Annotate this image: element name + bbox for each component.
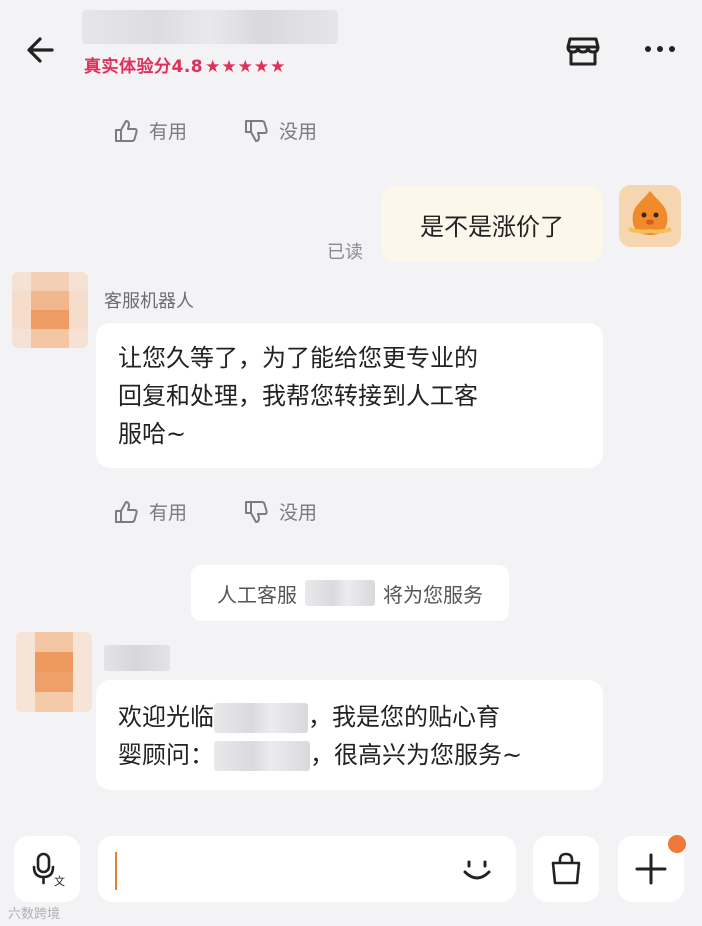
user-message-bubble: 是不是涨价了 [381,186,603,262]
rating-text: 真实体验分4.8 [84,57,204,77]
agent-line2-end: ，很高兴为您服务~ [310,741,523,769]
bot-sender-name: 客服机器人 [104,291,194,312]
feedback-useful-button[interactable]: 有用 [113,117,187,144]
useless-label: 没用 [279,121,318,143]
back-arrow-icon[interactable] [22,30,62,70]
thumb-down-icon [245,500,268,523]
advisor-name-redacted [214,741,310,771]
feedback-useless-button[interactable]: 没用 [243,498,317,525]
bot-message-bubble: 让您久等了，为了能给您更专业的 回复和处理，我帮您转接到人工客 服哈~ [96,323,603,468]
shop-name-redacted [214,703,308,733]
store-icon[interactable] [563,31,603,71]
thumb-up-icon [115,500,138,523]
agent-name-redacted [104,645,170,671]
agent-message-bubble: 欢迎光临 ，我是您的贴心育 婴顾问： ，很高兴为您服务~ [96,680,603,790]
plus-icon [635,853,667,885]
agent-message-line: 婴顾问： ，很高兴为您服务~ [118,736,581,774]
text-caret [115,852,117,890]
read-status: 已读 [327,242,363,263]
system-transfer-notice: 人工客服 将为您服务 [191,565,509,621]
svg-text:文: 文 [54,874,65,888]
shopping-bag-button[interactable] [533,836,599,902]
agent-name-redacted [305,580,375,606]
system-prefix: 人工客服 [217,582,297,607]
bot-message-line: 让您久等了，为了能给您更专业的 [118,344,478,372]
microphone-translate-icon: 文 [32,852,65,888]
rating-stars: ★★★★★ [205,57,287,77]
useful-label: 有用 [149,502,188,524]
experience-rating: 真实体验分4.8 ★★★★★ [84,52,286,77]
feedback-useless-button[interactable]: 没用 [243,117,317,144]
more-dots-icon[interactable] [640,34,680,64]
agent-line1-end: ，我是您的贴心育 [308,703,500,731]
agent-avatar-redacted [16,632,92,712]
message-input[interactable] [98,836,516,902]
watermark: 六数跨境 [8,903,60,922]
useless-label: 没用 [279,502,318,524]
bot-message-line: 回复和处理，我帮您转接到人工客 [118,382,478,410]
watermark-text: 六数跨境 [8,907,61,922]
voice-input-button[interactable]: 文 [14,836,80,902]
bot-message-line: 服哈~ [118,420,187,448]
agent-message-line: 欢迎光临 ，我是您的贴心育 [118,698,581,736]
bot-avatar-redacted [12,272,88,348]
shop-name-redacted [82,10,338,44]
useful-label: 有用 [149,121,188,143]
smile-icon[interactable] [456,848,498,890]
thumb-down-icon [245,119,268,142]
shopping-bag-icon [551,852,581,885]
user-message-text: 是不是涨价了 [420,212,564,241]
feedback-useful-button[interactable]: 有用 [113,498,187,525]
user-avatar[interactable] [619,185,681,247]
system-suffix: 将为您服务 [383,582,483,607]
agent-line1-start: 欢迎光临 [118,703,214,731]
agent-line2-start: 婴顾问： [118,741,214,769]
thumb-up-icon [115,119,138,142]
notification-dot [668,835,686,853]
